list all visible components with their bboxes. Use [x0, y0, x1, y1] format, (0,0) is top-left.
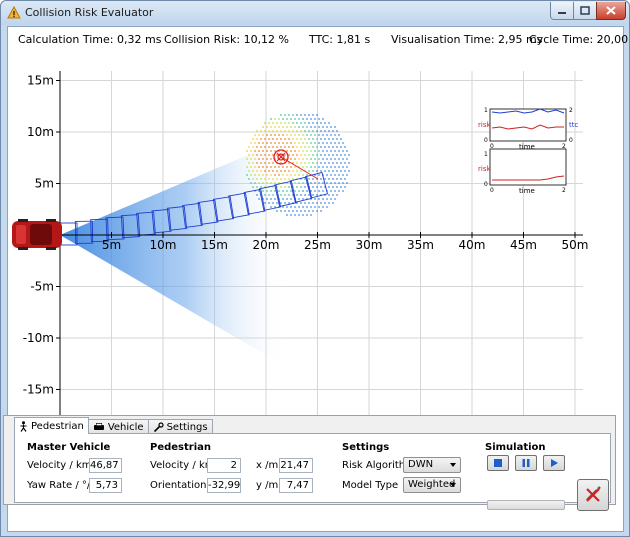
mini-chart-risk-ttc: 1 0 risk 2 0 ttc 0 2 time	[478, 107, 578, 151]
y-tick-label: 10m	[27, 125, 54, 139]
sensor-cone	[60, 137, 290, 369]
visualisation-time: Visualisation Time: 2,95 ms	[391, 33, 543, 46]
tab-settings[interactable]: Settings	[147, 419, 213, 434]
pedestrian-x-field[interactable]: 21,47	[279, 458, 313, 473]
crossed-tools-icon	[586, 486, 601, 502]
reset-button[interactable]	[577, 479, 609, 511]
svg-text:risk: risk	[478, 121, 491, 129]
pedestrian-icon	[20, 420, 27, 432]
mini-chart-risk: 1 0 risk 0 2 time	[478, 148, 567, 195]
svg-text:0: 0	[569, 137, 573, 144]
tab-settings-label: Settings	[166, 421, 208, 433]
risk-algorithm-select[interactable]: DWN	[403, 457, 461, 473]
svg-text:time: time	[519, 187, 535, 195]
y-tick-label: 5m	[35, 177, 54, 191]
svg-text:1: 1	[484, 107, 488, 114]
pedestrian-velocity-field[interactable]: 2	[207, 458, 241, 473]
svg-text:ttc: ttc	[569, 121, 578, 129]
vehicle	[12, 219, 62, 250]
close-icon	[606, 6, 616, 15]
risk-algorithm-value: DWN	[408, 459, 434, 470]
play-button[interactable]	[543, 455, 565, 471]
play-icon	[551, 459, 558, 467]
x-tick-label: 10m	[150, 238, 177, 252]
x-tick-label: 20m	[253, 238, 280, 252]
pause-button[interactable]	[515, 455, 537, 471]
y-tick-label: -10m	[23, 331, 54, 345]
master-vehicle-heading: Master Vehicle	[27, 442, 111, 453]
risk-plot[interactable]: 5m 10m 15m 20m 25m 30m 35m 40m 45m 50m 15m 10m 5m -5…	[8, 49, 623, 435]
x-tick-label: 40m	[459, 238, 486, 252]
svg-text:2: 2	[562, 187, 566, 194]
collision-risk: Collision Risk: 10,12 %	[164, 33, 290, 46]
svg-text:0: 0	[484, 181, 488, 188]
x-tick-label: 50m	[562, 238, 589, 252]
minimize-button[interactable]	[550, 2, 574, 20]
pedestrian-heading: Pedestrian	[150, 442, 212, 453]
x-tick-label: 25m	[304, 238, 331, 252]
minimize-icon	[558, 11, 566, 14]
x-tick-label: 45m	[510, 238, 537, 252]
calculation-time: Calculation Time: 0,32 ms	[18, 33, 162, 46]
svg-text:0: 0	[484, 137, 488, 144]
settings-heading: Settings	[342, 442, 390, 453]
tab-vehicle-label: Vehicle	[107, 421, 144, 433]
maximize-icon	[580, 6, 590, 15]
stop-icon	[494, 459, 502, 467]
y-tick-label: -15m	[23, 383, 54, 397]
x-tick-label: 35m	[407, 238, 434, 252]
simulation-progress	[487, 500, 565, 510]
tab-pedestrian-label: Pedestrian	[31, 420, 84, 432]
window-title: Collision Risk Evaluator	[25, 6, 154, 19]
tab-pedestrian[interactable]: Pedestrian	[14, 417, 89, 434]
pedestrian-x-label: x /m	[256, 460, 279, 471]
ttc: TTC: 1,81 s	[309, 33, 371, 46]
simulation-heading: Simulation	[485, 442, 546, 453]
metrics-bar: Calculation Time: 0,32 ms Collision Risk…	[8, 27, 630, 49]
app-window: Collision Risk Evaluator Calculation Tim…	[0, 0, 630, 537]
y-tick-label: 15m	[27, 74, 54, 88]
x-tick-label: 5m	[102, 238, 121, 252]
y-tick-label: -5m	[30, 280, 54, 294]
x-tick-label: 15m	[201, 238, 228, 252]
yaw-rate-field[interactable]: 5,73	[89, 478, 122, 493]
model-type-value: Weighted	[408, 479, 456, 490]
svg-text:2: 2	[569, 107, 573, 114]
pedestrian-y-field[interactable]: 7,47	[279, 478, 313, 493]
chevron-down-icon	[450, 483, 456, 487]
app-icon	[7, 6, 21, 19]
model-type-select[interactable]: Weighted	[403, 477, 461, 493]
pedestrian-tab-content: Master Vehicle Velocity / km/h 46,87 Yaw…	[14, 433, 611, 511]
car-icon	[93, 423, 104, 430]
svg-text:0: 0	[490, 187, 494, 194]
pause-icon	[522, 459, 530, 467]
model-type-label: Model Type	[342, 480, 399, 491]
svg-text:1: 1	[484, 151, 488, 158]
vehicle-velocity-field[interactable]: 46,87	[89, 458, 122, 473]
yaw-rate-label: Yaw Rate / °/s	[27, 480, 96, 491]
maximize-button[interactable]	[573, 2, 597, 20]
cycle-time: Cycle Time: 20,00 ms	[529, 33, 630, 46]
close-button[interactable]	[596, 2, 626, 20]
pedestrian-y-label: y /m	[256, 480, 279, 491]
x-tick-label: 30m	[356, 238, 383, 252]
wrench-icon	[153, 421, 164, 432]
tab-strip: Pedestrian Vehicle Settings	[14, 417, 213, 434]
orientation-field[interactable]: -32,99	[207, 478, 241, 493]
chevron-down-icon	[450, 463, 456, 467]
stop-button[interactable]	[487, 455, 509, 471]
svg-text:risk: risk	[478, 165, 491, 173]
tab-vehicle[interactable]: Vehicle	[87, 419, 149, 434]
title-bar[interactable]: Collision Risk Evaluator	[1, 1, 629, 25]
